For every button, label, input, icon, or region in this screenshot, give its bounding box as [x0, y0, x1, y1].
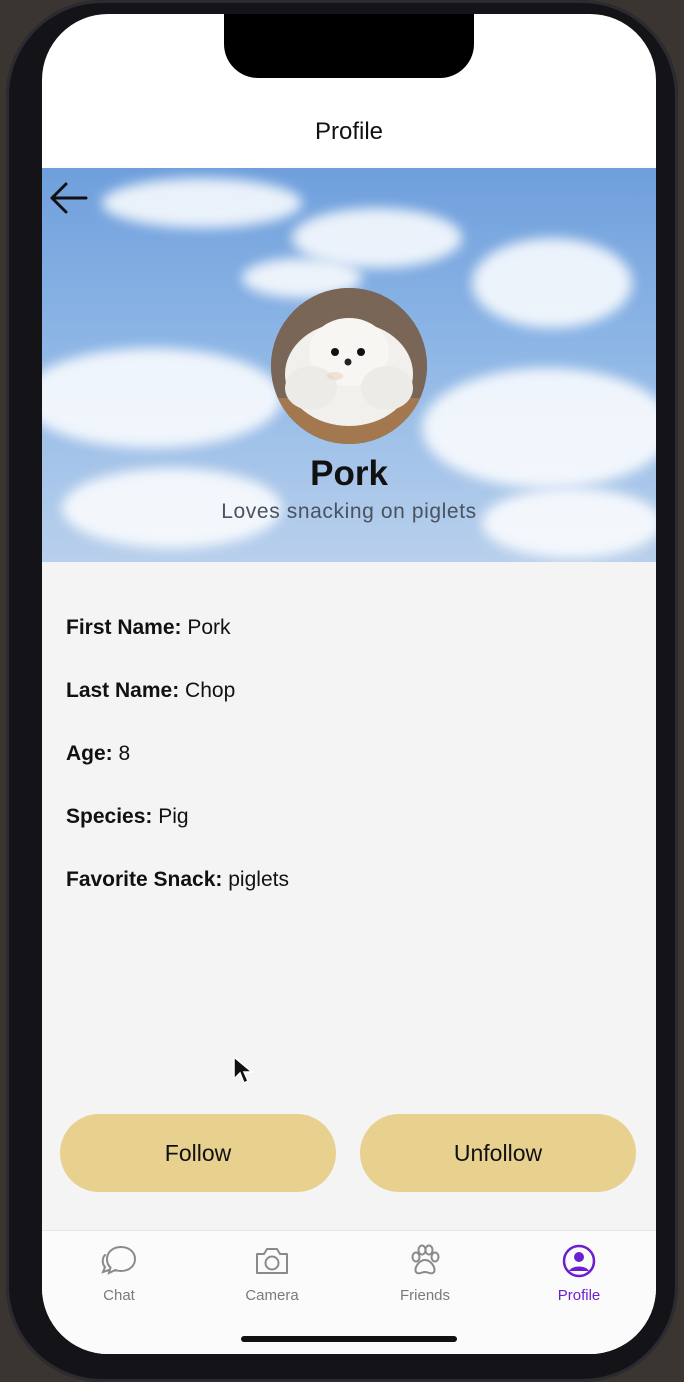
back-button[interactable] — [46, 176, 90, 220]
profile-bio: Loves snacking on piglets — [221, 500, 477, 523]
tab-label: Profile — [557, 1287, 601, 1304]
unfollow-button[interactable]: Unfollow — [360, 1114, 636, 1192]
tab-chat[interactable]: Chat — [64, 1231, 174, 1304]
detail-first-name: First Name: Pork — [66, 616, 231, 640]
detail-value: 8 — [118, 742, 131, 765]
profile-name: Pork — [310, 454, 388, 493]
detail-label: First Name: — [66, 616, 182, 639]
follow-button[interactable]: Follow — [60, 1114, 336, 1192]
detail-value: Chop — [185, 679, 236, 702]
detail-age: Age: 8 — [66, 742, 130, 766]
detail-species: Species: Pig — [66, 805, 189, 829]
mouse-cursor-icon — [233, 1055, 254, 1085]
tab-label: Chat — [103, 1287, 135, 1304]
screen: Profile Pork Loves snacking on piglets F… — [42, 14, 656, 1354]
detail-label: Favorite Snack: — [66, 868, 223, 891]
tab-camera[interactable]: Camera — [217, 1231, 327, 1304]
page-title: Profile — [314, 118, 384, 145]
detail-value: Pork — [187, 616, 231, 639]
detail-last-name: Last Name: Chop — [66, 679, 235, 703]
profile-icon — [562, 1244, 596, 1278]
arrow-left-icon — [50, 182, 88, 214]
phone-frame: Profile Pork Loves snacking on piglets F… — [6, 0, 678, 1382]
home-indicator — [241, 1336, 457, 1342]
detail-favorite-snack: Favorite Snack: piglets — [66, 868, 289, 892]
notch — [224, 14, 474, 78]
detail-value: Pig — [158, 805, 189, 828]
tab-label: Camera — [245, 1287, 299, 1304]
chat-icon — [101, 1245, 137, 1275]
paw-icon — [411, 1244, 440, 1275]
detail-value: piglets — [228, 868, 289, 891]
tab-friends[interactable]: Friends — [370, 1231, 480, 1304]
tab-label: Friends — [399, 1287, 451, 1304]
detail-label: Species: — [66, 805, 153, 828]
profile-details: First Name: Pork Last Name: Chop Age: 8 … — [42, 562, 656, 1242]
profile-header: Pork Loves snacking on piglets — [42, 168, 656, 562]
avatar — [271, 288, 427, 444]
detail-label: Age: — [66, 742, 113, 765]
detail-label: Last Name: — [66, 679, 180, 702]
tab-profile[interactable]: Profile — [524, 1231, 634, 1304]
camera-icon — [256, 1248, 288, 1274]
